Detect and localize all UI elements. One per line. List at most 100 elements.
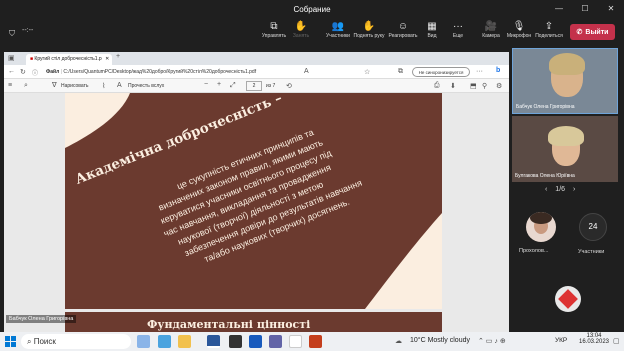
address-url: C:/Users/QuantumPC/Desktop/жад%20добро/К…	[63, 69, 257, 75]
participant-avatar[interactable]	[526, 212, 556, 242]
address-prefix: Файл	[46, 69, 60, 75]
info-icon: ⓘ	[32, 71, 39, 77]
contents-icon[interactable]: ≡	[8, 82, 12, 89]
prev-page-icon[interactable]: ‹	[545, 186, 547, 193]
weather-icon: ☁	[395, 338, 402, 345]
gallery-pager: ‹ 1/6 ›	[545, 186, 575, 193]
read-aloud-button[interactable]: Прочесть вслух	[128, 83, 164, 89]
highlight-icon[interactable]: ⌇	[102, 82, 105, 90]
small-tile-name: Прохолов...	[519, 248, 549, 254]
maximize-button[interactable]: ☐	[572, 0, 598, 18]
pdf-toolbar: ≡ ⌕ ∇ Нарисовать ⌇ A Прочесть вслух − + …	[4, 79, 509, 93]
save-icon[interactable]: ⬇	[450, 82, 456, 90]
notifications-icon[interactable]: ▢	[613, 337, 620, 345]
reload-icon[interactable]: ↻	[20, 68, 26, 76]
more-icon: ···	[453, 21, 463, 32]
slide-page: Академічна доброчесність – це сукупність…	[65, 93, 442, 309]
shield-icon: ⛉	[9, 29, 15, 38]
microphone-button[interactable]: 🎙 Микрофон	[503, 20, 535, 39]
raise-hand-icon: ✋	[362, 21, 376, 32]
read-aloud-pdf-icon[interactable]: A	[117, 82, 122, 89]
minimize-button[interactable]: —	[546, 0, 572, 18]
menu-icon[interactable]: ···	[476, 68, 483, 75]
tab-actions-icon[interactable]: ▣	[8, 54, 15, 62]
meeting-timer: --:--	[22, 27, 34, 34]
zoom-out-button[interactable]: −	[204, 81, 208, 88]
windows-taskbar: ⌕ Поиск ☁ 10°C Mostly cloudy ⌃ ▭ ♪ ⊕ УКР…	[0, 332, 624, 351]
page-number-input[interactable]: 2	[246, 81, 262, 91]
search-icon: ⌕	[27, 337, 32, 346]
page-indicator: 1/6	[555, 186, 566, 193]
participant-name: Бабчук Олена Григорівна	[516, 104, 575, 110]
fit-page-icon[interactable]: ⤢	[230, 82, 236, 90]
react-button[interactable]: ☺ Реагировать	[387, 20, 419, 39]
taskbar-search[interactable]: ⌕ Поиск	[21, 334, 131, 349]
pdf-viewer[interactable]: Академічна доброчесність – це сукупність…	[4, 93, 509, 332]
leave-button[interactable]: ✆ Выйти	[570, 24, 615, 40]
back-icon[interactable]: ←	[8, 68, 15, 75]
windows-start-icon[interactable]	[5, 336, 16, 347]
participants-button[interactable]: 👥 Участники	[322, 20, 354, 39]
clock[interactable]: 13:04 16.03.2023	[578, 333, 610, 345]
participant-hair	[548, 126, 584, 146]
chrome-icon[interactable]	[289, 335, 302, 348]
share-icon: ⇪	[544, 21, 554, 32]
page-total: из 7	[266, 83, 276, 89]
raise-hand-button[interactable]: ✋ Поднять руку	[353, 20, 385, 39]
zoom-in-button[interactable]: +	[217, 81, 221, 88]
more-button[interactable]: ··· Еще	[442, 20, 474, 39]
read-aloud-icon[interactable]: A	[304, 68, 309, 75]
explorer-icon[interactable]	[178, 335, 191, 348]
microphone-icon: 🎙	[512, 21, 526, 32]
address-row: ← ↻ ⓘ Файл | C:/Users/QuantumPC/Desktop/…	[4, 65, 509, 79]
new-tab-button[interactable]: +	[116, 53, 120, 60]
participant-name: Булгакова Олена Юріївна	[515, 173, 575, 179]
participant-video-tile[interactable]: Бабчук Олена Григорівна	[512, 48, 618, 114]
settings-icon[interactable]: ⚙	[496, 82, 502, 90]
powerpoint-icon[interactable]	[309, 335, 322, 348]
collections-icon[interactable]: ⧉	[398, 68, 403, 76]
tab-strip: ▣ ■ Кругий стіл доброчесність1.p ✕ +	[4, 52, 509, 65]
shared-browser-window: ▣ ■ Кругий стіл доброчесність1.p ✕ + ← ↻…	[4, 52, 509, 332]
draw-icon[interactable]: ∇	[52, 81, 57, 89]
draw-button[interactable]: Нарисовать	[61, 83, 88, 89]
save-as-icon[interactable]: ⬒	[470, 82, 477, 90]
smile-icon: ☺	[397, 21, 409, 32]
word-doc-icon[interactable]	[249, 335, 262, 348]
window-titlebar: Собрание — ☐ ✕	[0, 0, 624, 18]
phone-icon: ✆	[576, 29, 583, 36]
word-icon[interactable]	[207, 335, 220, 348]
tab-close-icon[interactable]: ✕	[105, 56, 109, 62]
language-indicator[interactable]: УКР	[555, 337, 567, 344]
take-control-button[interactable]: ✋ Занять	[285, 20, 317, 39]
window-title: Собрание	[293, 4, 331, 14]
browser-tab[interactable]: ■ Кругий стіл доброчесність1.p ✕	[26, 54, 112, 65]
search-icon[interactable]: ⌕	[24, 82, 28, 90]
rotate-icon[interactable]: ⟲	[286, 82, 292, 90]
participant-avatar[interactable]	[555, 286, 581, 312]
participants-tile-label: Участники	[578, 249, 605, 255]
next-page-icon[interactable]: ›	[573, 186, 575, 193]
edge-icon[interactable]	[158, 335, 171, 348]
pdf-icon: ■	[30, 56, 34, 62]
tray-icons[interactable]: ⌃ ▭ ♪ ⊕	[478, 337, 506, 345]
participant-video-tile[interactable]: Булгакова Олена Юріївна	[512, 116, 618, 182]
close-window-button[interactable]: ✕	[598, 0, 624, 18]
task-view-icon[interactable]	[137, 335, 150, 348]
share-button[interactable]: ⇪ Поделиться	[533, 20, 565, 39]
hand-icon: ✋	[294, 21, 308, 32]
meeting-toolbar: ⧉ Управлять ✋ Занять 👥 Участники ✋ Поднять р…	[0, 18, 624, 46]
bing-icon[interactable]: b	[496, 67, 500, 74]
pin-icon[interactable]: ⚲	[482, 82, 487, 90]
print-icon[interactable]: ⎙	[434, 82, 440, 90]
next-slide-title: Фундаментальні цінності	[147, 318, 311, 331]
teams-icon[interactable]	[269, 335, 282, 348]
store-icon[interactable]	[229, 335, 242, 348]
favorite-icon[interactable]: ☆	[364, 68, 370, 76]
address-bar[interactable]: Файл | C:/Users/QuantumPC/Desktop/жад%20…	[46, 67, 301, 77]
participant-hair	[549, 53, 585, 75]
next-slide-page: Фундаментальні цінності	[65, 312, 442, 332]
participants-count-badge[interactable]: 24	[579, 213, 607, 241]
sync-button[interactable]: Не синхронизируется	[412, 67, 470, 77]
weather-label[interactable]: 10°C Mostly cloudy	[410, 337, 470, 344]
